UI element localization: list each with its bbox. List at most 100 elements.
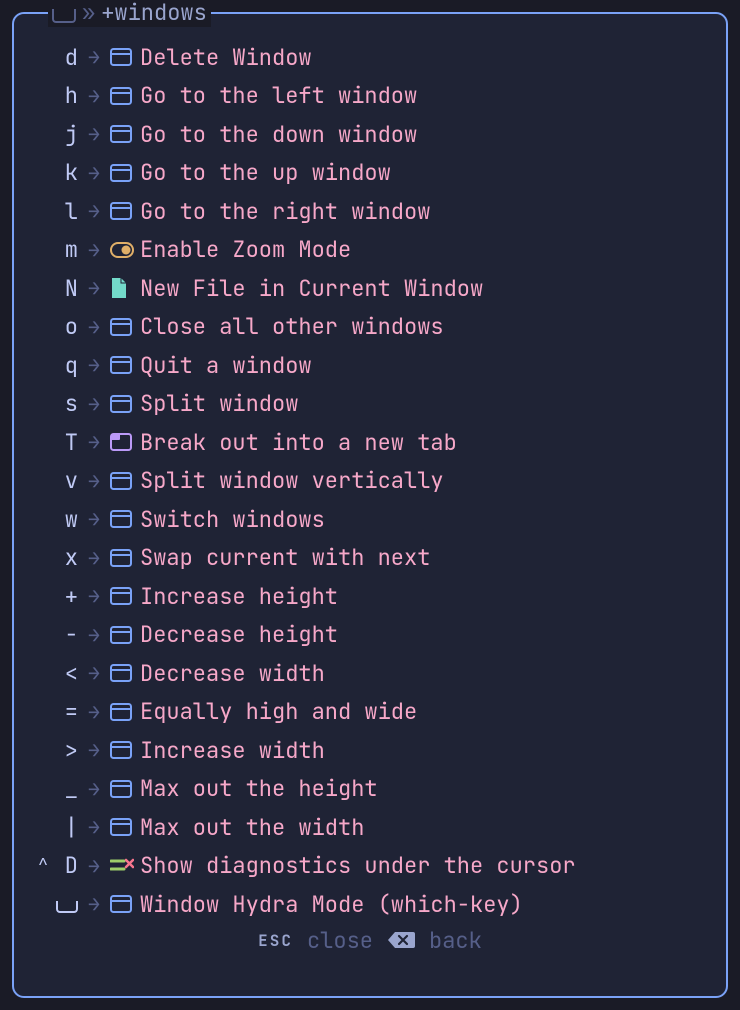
keybind-key: l: [56, 197, 80, 226]
window-icon: [108, 318, 138, 336]
arrow-icon: →: [80, 622, 108, 648]
toggle-icon: [108, 242, 138, 258]
whichkey-item[interactable]: l→Go to the right window: [30, 192, 710, 231]
keybind-key: v: [56, 466, 80, 495]
whichkey-item[interactable]: h→Go to the left window: [30, 77, 710, 116]
keybind-description: Increase height: [138, 582, 710, 611]
keybind-key: x: [56, 543, 80, 572]
keybind-description: Equally high and wide: [138, 697, 710, 726]
keybind-key: [56, 890, 80, 919]
arrow-icon: →: [80, 121, 108, 147]
keybind-key: =: [56, 697, 80, 726]
diagnostics-icon: [108, 857, 138, 875]
window-icon: [108, 164, 138, 182]
arrow-icon: →: [80, 314, 108, 340]
keybind-key: +: [56, 582, 80, 611]
keybind-key: -: [56, 620, 80, 649]
keybind-key: w: [56, 505, 80, 534]
back-label: back: [429, 926, 482, 955]
keybind-key: _: [56, 774, 80, 803]
window-icon: [108, 472, 138, 490]
arrow-icon: →: [80, 429, 108, 455]
window-icon: [108, 395, 138, 413]
window-icon: [108, 703, 138, 721]
arrow-icon: →: [80, 853, 108, 879]
arrow-icon: →: [80, 776, 108, 802]
keybind-key: N: [56, 274, 80, 303]
whichkey-item[interactable]: N→ New File in Current Window: [30, 269, 710, 308]
keybind-description: Max out the height: [138, 774, 710, 803]
breadcrumb-chevron: »: [82, 0, 95, 27]
whichkey-item[interactable]: d→ Delete Window: [30, 38, 710, 77]
keybind-description: Decrease height: [138, 620, 710, 649]
window-icon: [108, 895, 138, 913]
window-icon: [108, 202, 138, 220]
whichkey-item[interactable]: m→Enable Zoom Mode: [30, 231, 710, 270]
whichkey-item[interactable]: q→Quit a window: [30, 346, 710, 385]
keybind-key: >: [56, 736, 80, 765]
keybind-description: Increase width: [138, 736, 710, 765]
keybind-key: d: [56, 43, 80, 72]
keybind-key: |: [56, 813, 80, 842]
keybind-description: Switch windows: [138, 505, 710, 534]
arrow-icon: →: [80, 391, 108, 417]
arrow-icon: →: [80, 83, 108, 109]
whichkey-item[interactable]: T→ Break out into a new tab: [30, 423, 710, 462]
keybind-description: Delete Window: [138, 43, 710, 72]
whichkey-item[interactable]: v→ Split window vertically: [30, 462, 710, 501]
arrow-icon: →: [80, 660, 108, 686]
whichkey-item[interactable]: _→ Max out the height: [30, 770, 710, 809]
whichkey-item[interactable]: k→Go to the up window: [30, 154, 710, 193]
whichkey-item[interactable]: j→Go to the down window: [30, 115, 710, 154]
window-icon: [108, 587, 138, 605]
window-icon: [108, 510, 138, 528]
window-icon: [108, 818, 138, 836]
esc-key-hint: ESC: [258, 930, 293, 951]
arrow-icon: →: [80, 237, 108, 263]
keybind-description: New File in Current Window: [138, 274, 710, 303]
file-icon: [108, 277, 138, 299]
whichkey-item[interactable]: s→Split window: [30, 385, 710, 424]
keybind-description: Show diagnostics under the cursor: [138, 851, 710, 880]
keybind-description: Swap current with next: [138, 543, 710, 572]
whichkey-item[interactable]: |→ Max out the width: [30, 808, 710, 847]
arrow-icon: →: [80, 545, 108, 571]
modifier-indicator: ^: [30, 854, 56, 877]
arrow-icon: →: [80, 352, 108, 378]
keybind-key: <: [56, 659, 80, 688]
whichkey-item[interactable]: >→Increase width: [30, 731, 710, 770]
whichkey-item[interactable]: w→ Switch windows: [30, 500, 710, 539]
esc-label: close: [307, 926, 373, 955]
arrow-icon: →: [80, 583, 108, 609]
whichkey-item[interactable]: x→ Swap current with next: [30, 539, 710, 578]
keybind-description: Split window: [138, 389, 710, 418]
keybind-key: T: [56, 428, 80, 457]
whichkey-item[interactable]: <→Decrease width: [30, 654, 710, 693]
keybind-description: Go to the left window: [138, 81, 710, 110]
window-icon: [108, 356, 138, 374]
whichkey-item[interactable]: =→Equally high and wide: [30, 693, 710, 732]
keybind-description: Break out into a new tab: [138, 428, 710, 457]
whichkey-panel: » +windows d→Delete Windowh→Go to the le…: [12, 12, 728, 998]
keybind-description: Go to the right window: [138, 197, 710, 226]
whichkey-list: d→Delete Windowh→Go to the left windowj→…: [14, 34, 726, 924]
keybind-key: m: [56, 235, 80, 264]
whichkey-item[interactable]: +→ Increase height: [30, 577, 710, 616]
keybind-description: Max out the width: [138, 813, 710, 842]
arrow-icon: →: [80, 275, 108, 301]
whichkey-footer: ESC close back: [14, 926, 726, 955]
backspace-key-icon: [387, 930, 415, 950]
arrow-icon: →: [80, 506, 108, 532]
arrow-icon: →: [80, 814, 108, 840]
keybind-description: Split window vertically: [138, 466, 710, 495]
arrow-icon: →: [80, 44, 108, 70]
whichkey-item[interactable]: o→Close all other windows: [30, 308, 710, 347]
window-icon: [108, 48, 138, 66]
arrow-icon: →: [80, 468, 108, 494]
whichkey-breadcrumb: » +windows: [48, 0, 211, 27]
keybind-key: k: [56, 158, 80, 187]
whichkey-item[interactable]: -→ Decrease height: [30, 616, 710, 655]
whichkey-item[interactable]: →Window Hydra Mode (which-key): [30, 885, 710, 924]
keybind-description: Go to the up window: [138, 158, 710, 187]
whichkey-item[interactable]: ^D→ Show diagnostics under the cursor: [30, 847, 710, 886]
